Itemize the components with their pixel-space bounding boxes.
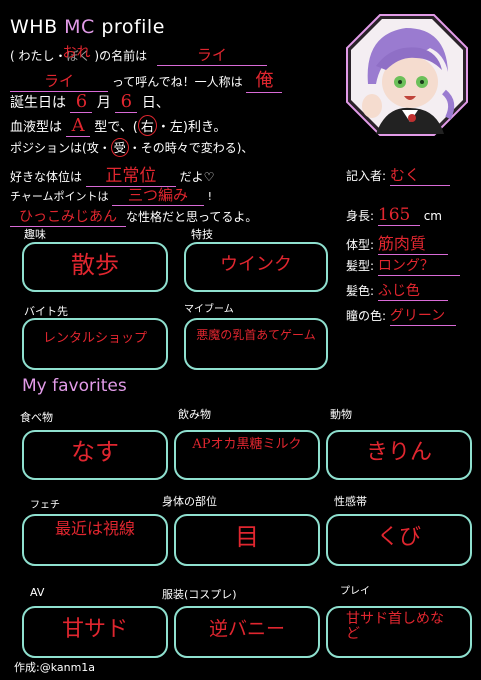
haircolor-value: ふじ色 (377, 280, 448, 301)
fav-play-label: プレイ (340, 586, 370, 597)
writer-row: 記入者: むく (346, 164, 450, 186)
favorites-title: My favorites (22, 376, 127, 396)
writer-value: むく (389, 164, 450, 186)
fav-erogenous-label: 性感帯 (334, 495, 367, 508)
fav-play-value: 甘サド首しめなど (346, 611, 444, 642)
fav-drink-value: APオカ黒糖ミルク (192, 437, 302, 452)
intro-line-personality: ひっこみじあん な性格だと思ってるよ。 (10, 206, 257, 227)
stat-eyecolor: 瞳の色: グリーン (346, 305, 456, 326)
name-value: ライ (156, 44, 267, 66)
birth-day: 6 (115, 91, 138, 113)
height-unit: cm (423, 209, 442, 223)
stat-height: 身長: 165 cm (346, 205, 442, 226)
boom-box: 悪魔の乳首あてゲーム (184, 318, 328, 370)
fav-bodypart-value: 目 (235, 523, 259, 551)
fav-av-box: 甘サド (22, 606, 168, 658)
hobby-box: 散歩 (22, 242, 168, 292)
intro-line-blood: 血液型は A 型で、(右・左)利き。 (10, 115, 227, 137)
fav-drink-box: APオカ黒糖ミルク (174, 430, 320, 480)
intro-line-name: ( わたし・ぼく おれ )の名前は ライ (10, 44, 267, 66)
stat-hairstyle: 髪型: ロング？ (346, 255, 460, 276)
written-first-person-option: おれ (62, 45, 91, 61)
page-title: WHB MC profile (10, 16, 165, 38)
fav-fetish-box: 最近は視線 (22, 514, 168, 566)
hobby-value: 散歩 (71, 251, 119, 279)
title-suffix: profile (94, 16, 165, 38)
job-label: バイト先 (24, 305, 68, 318)
skill-box: ウインク (184, 242, 328, 292)
personality-value: ひっこみじあん (10, 206, 126, 227)
blood-type: A (66, 115, 91, 137)
fav-bodypart-box: 目 (174, 514, 320, 566)
stat-haircolor: 髪色: ふじ色 (346, 280, 448, 301)
build-value: 筋肉質 (377, 230, 448, 255)
fav-food-value: なす (71, 438, 119, 466)
eyecolor-value: グリーン (389, 305, 456, 326)
position-circled: 受 (110, 138, 129, 157)
fav-drink-label: 飲み物 (178, 408, 211, 421)
height-value: 165 (377, 205, 420, 226)
nickname-value: ライ (10, 70, 108, 92)
fav-fetish-value: 最近は視線 (54, 519, 135, 538)
fav-fetish-label: フェチ (30, 500, 60, 511)
handedness-right-circled: 右 (137, 115, 157, 136)
creator-credit: 作成:@kanm1a (14, 661, 96, 674)
title-accent: MC (64, 16, 95, 38)
fav-erogenous-value: くび (376, 525, 421, 550)
fav-erogenous-box: くび (326, 514, 472, 566)
fav-outfit-label: 服装(コスプレ) (162, 588, 237, 601)
fav-food-box: なす (22, 430, 168, 480)
job-box: レンタルショップ (22, 318, 168, 370)
hairstyle-value: ロング？ (377, 255, 460, 276)
hobby-label: 趣味 (24, 228, 46, 241)
boom-label: マイブーム (184, 304, 234, 315)
fav-animal-label: 動物 (330, 408, 352, 421)
fav-animal-box: きりん (326, 430, 472, 480)
writer-label: 記入者: (346, 169, 387, 183)
fav-av-value: 甘サド (61, 617, 128, 642)
fav-play-box: 甘サド首しめなど (326, 606, 472, 658)
boom-value: 悪魔の乳首あてゲーム (196, 328, 316, 342)
fav-outfit-value: 逆バニー (208, 618, 285, 640)
intro-line-charm: チャームポイントは 三つ編み ! (10, 184, 212, 206)
charm-point-value: 三つ編み (112, 184, 205, 206)
job-value: レンタルショップ (42, 331, 147, 346)
fav-food-label: 食べ物 (20, 411, 53, 424)
intro-line-birthday: 誕生日は 6 月 6 日、 (10, 91, 170, 113)
pronoun-value: 俺 (246, 66, 283, 93)
fav-av-label: AV (30, 586, 45, 599)
title-prefix: WHB (10, 16, 65, 38)
skill-value: ウインク (220, 254, 292, 275)
character-portrait (346, 14, 468, 136)
skill-label: 特技 (191, 228, 213, 241)
intro-line-position: ポジションは(攻・受・その時々で変わる)、 (10, 138, 253, 157)
stat-build: 体型: 筋肉質 (346, 230, 448, 255)
birth-month: 6 (70, 91, 93, 113)
fav-animal-value: きりん (365, 440, 432, 465)
fav-bodypart-label: 身体の部位 (162, 495, 217, 508)
fav-outfit-box: 逆バニー (174, 606, 320, 658)
intro-line-nickname: ライ って呼んでね！一人称は 俺 (10, 66, 283, 93)
